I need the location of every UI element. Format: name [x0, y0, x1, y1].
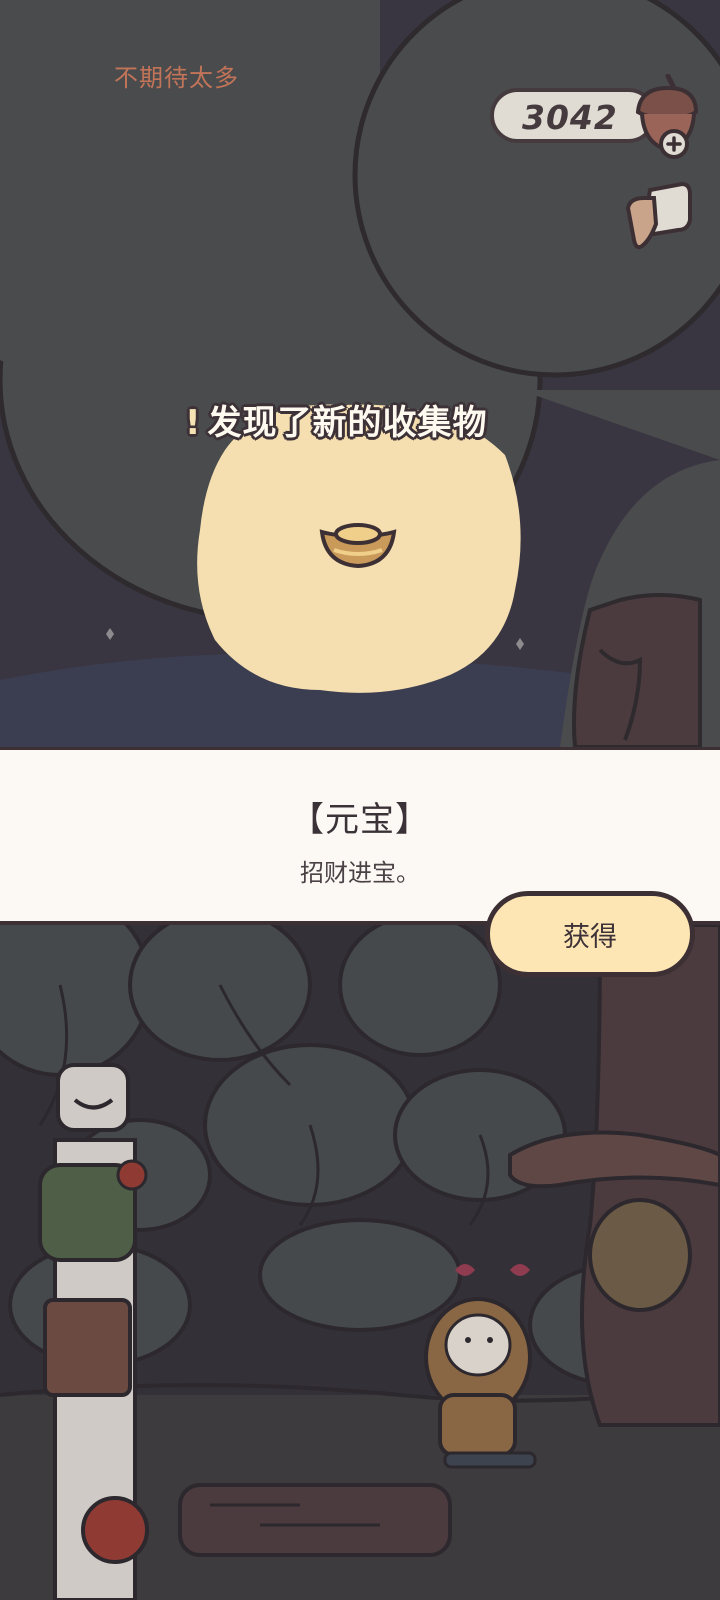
get-button-label: 获得 [563, 921, 617, 953]
pointing-hand-icon[interactable] [620, 180, 700, 256]
item-description: 招财进宝。 [300, 859, 420, 887]
discovery-text: 发现了新的收集物 [207, 403, 488, 443]
discovery-message: ! 发现了新的收集物 [185, 395, 488, 444]
gold-ingot-icon [319, 523, 397, 569]
acorn-icon[interactable] [628, 74, 708, 164]
bottom-scene [0, 925, 720, 1600]
get-button[interactable]: 获得 [485, 891, 695, 977]
item-name: 【元宝】 [290, 800, 430, 840]
exclamation-mark: ! [185, 403, 202, 443]
forest-clearing-background [0, 925, 720, 1600]
header-label: 不期待太多 [114, 64, 239, 92]
acorn-count: 3042 [522, 98, 618, 137]
